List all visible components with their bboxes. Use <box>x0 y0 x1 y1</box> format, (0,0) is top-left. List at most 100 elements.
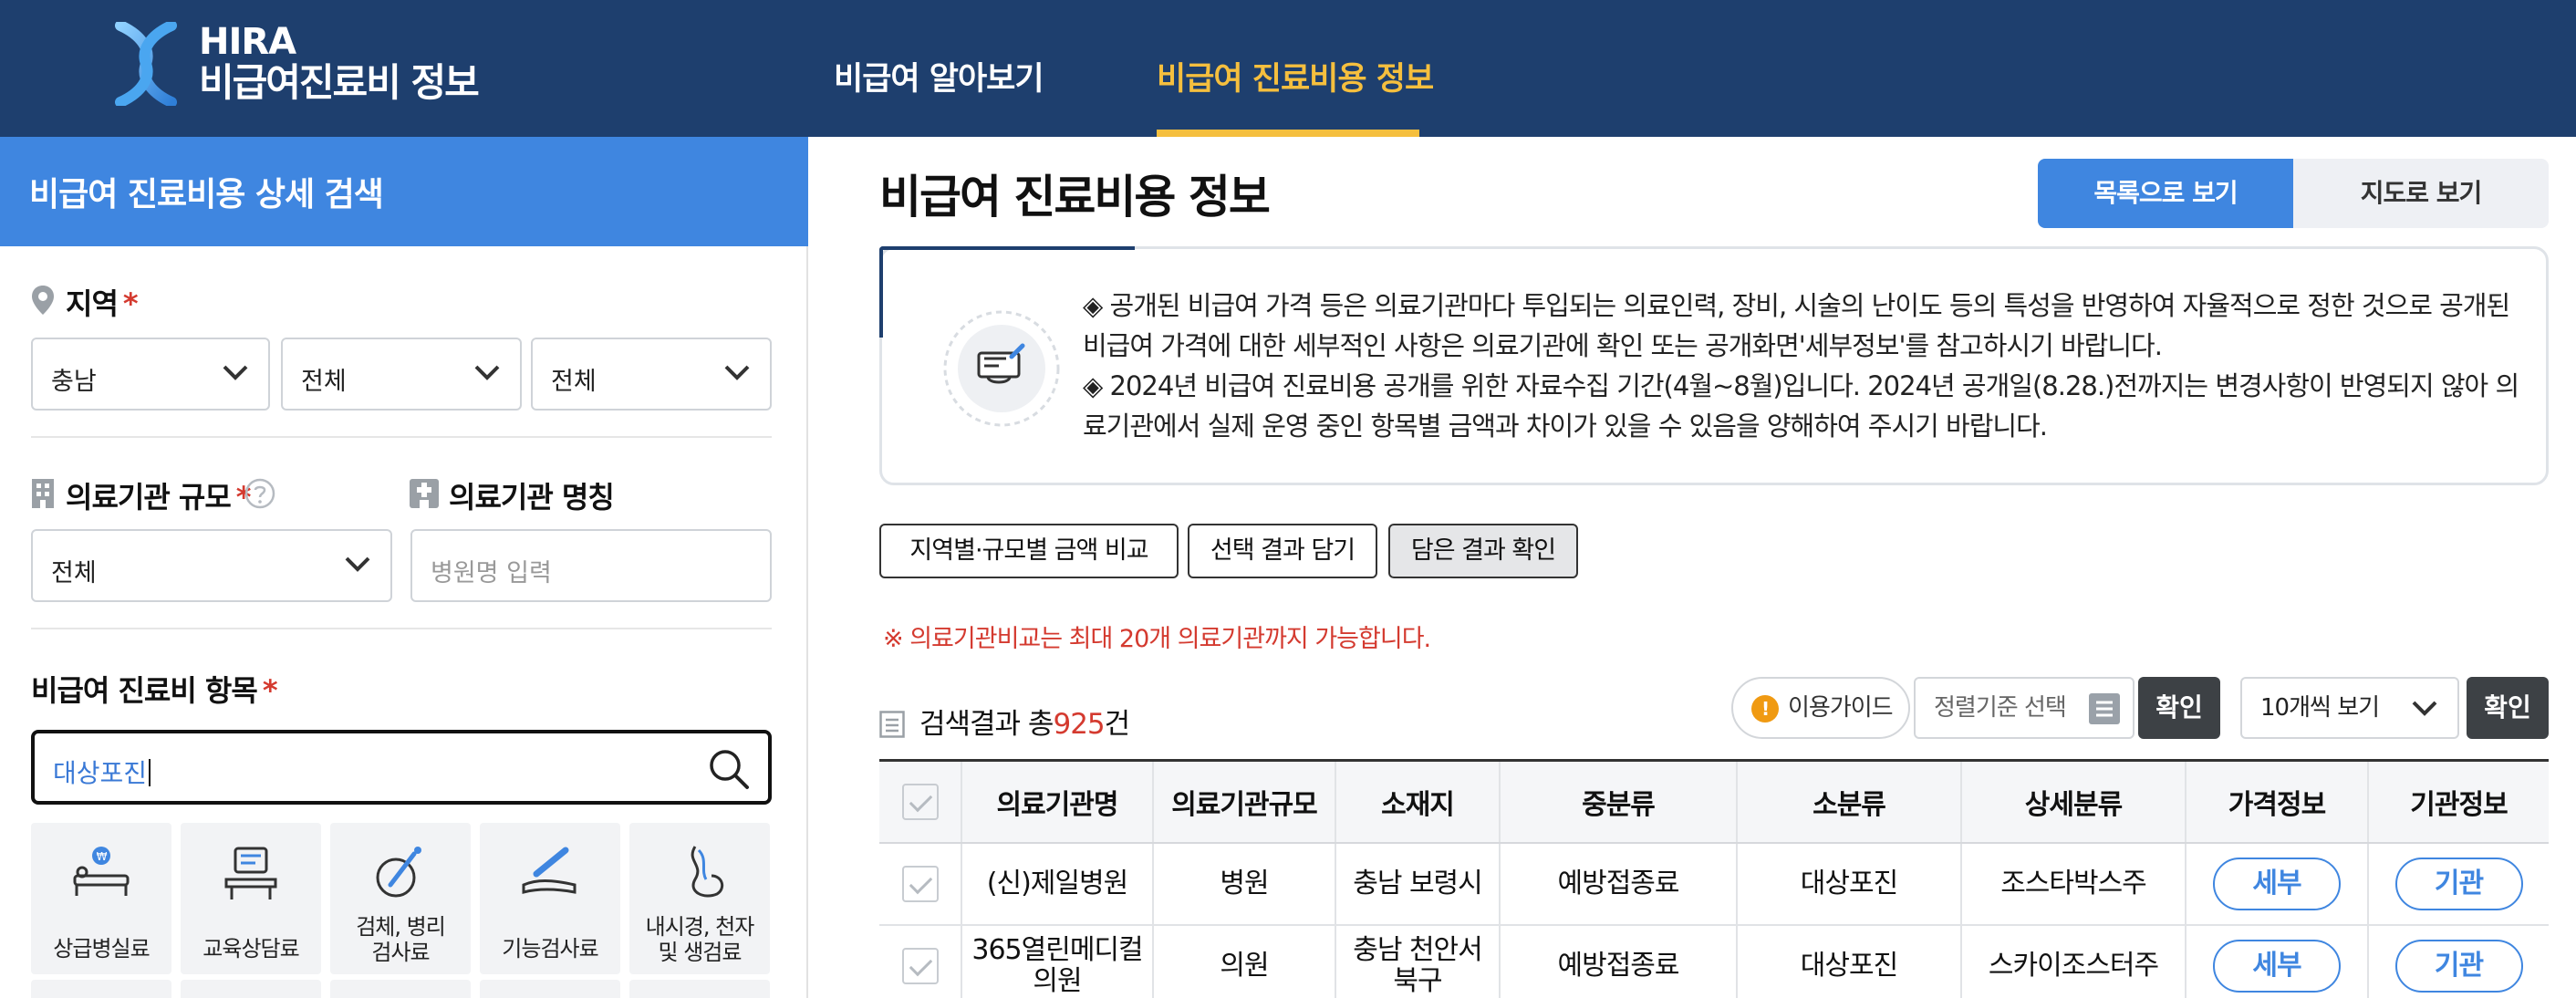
sidebar-title: 비급여 진료비용 상세 검색 <box>0 137 808 246</box>
page-size-confirm-button[interactable]: 확인 <box>2467 677 2549 739</box>
column-header: 상세분류 <box>1960 759 2186 844</box>
search-icon[interactable] <box>708 748 750 790</box>
category-label: 교육상담료 <box>203 936 299 962</box>
divider <box>31 436 772 438</box>
sub-category-cell: 대상포진 <box>1736 924 1961 998</box>
chevron-down-icon <box>724 365 750 380</box>
institution-size-value: 전체 <box>51 559 97 587</box>
required-mark: * <box>262 673 278 708</box>
usage-guide-button[interactable]: ! 이용가이드 <box>1731 677 1910 739</box>
region-district-select[interactable]: 전체 <box>531 338 772 411</box>
cell-line: 의원 <box>1033 964 1082 997</box>
help-icon[interactable] <box>244 478 275 509</box>
category-label: 내시경, 천자 및 생검료 <box>629 914 770 965</box>
category-tile-endoscopy[interactable]: 내시경, 천자 및 생검료 <box>629 823 770 974</box>
category-tile-more[interactable] <box>629 980 770 998</box>
institution-size-select[interactable]: 전체 <box>31 529 392 602</box>
view-saved-button[interactable]: 담은 결과 확인 <box>1388 524 1578 578</box>
category-tile-counseling[interactable]: 교육상담료 <box>181 823 321 974</box>
category-tile-room-fee[interactable]: ₩ 상급병실료 <box>31 823 171 974</box>
item-search-value: 대상포진 <box>53 758 148 788</box>
cell-line: 북구 <box>1393 964 1442 997</box>
column-header: 의료기관규모 <box>1152 759 1335 844</box>
size-label: 의료기관 규모 * <box>66 474 251 516</box>
required-mark: * <box>122 286 139 321</box>
logo-line-2: 비급여진료비 정보 <box>199 60 480 105</box>
page-size-value: 10개씩 보기 <box>2260 694 2380 722</box>
result-suffix: 건 <box>1104 708 1131 741</box>
svg-text:₩: ₩ <box>97 850 108 863</box>
region-province-select[interactable]: 충남 <box>31 338 270 411</box>
institution-size-cell: 의원 <box>1152 924 1335 998</box>
notice-icon <box>943 310 1060 427</box>
select-all-checkbox[interactable] <box>901 783 939 820</box>
text-cursor <box>149 759 151 786</box>
table-header-row: 의료기관명 의료기관규모 소재지 중분류 소분류 상세분류 가격정보 기관정보 <box>879 759 2549 844</box>
category-label: 검체, 병리 검사료 <box>330 914 471 965</box>
info-icon: ! <box>1751 695 1779 723</box>
table-row: 365열린메디컬 의원 의원 충남 천안서 북구 예방접종료 대상포진 스카이조… <box>879 924 2549 998</box>
notice-paragraph: ◈ 2024년 비급여 진료비용 공개를 위한 자료수집 기간(4월~8월)입니… <box>1083 370 2519 442</box>
top-header: HIRA 비급여진료비 정보 비급여 알아보기 비급여 진료비용 정보 <box>0 0 2576 137</box>
page-size-select[interactable]: 10개씩 보기 <box>2240 677 2459 739</box>
chevron-down-icon <box>223 365 248 380</box>
category-tile-more[interactable] <box>181 980 321 998</box>
noncovered-item-label-text: 비급여 진료비 항목 <box>31 673 258 708</box>
hospital-icon <box>410 479 439 508</box>
search-result-count: 검색결과 총925건 <box>879 701 1131 742</box>
sort-select[interactable]: 정렬기준 선택 <box>1914 677 2135 739</box>
category-tile-function-test[interactable]: 기능검사료 <box>480 823 620 974</box>
compare-by-region-button[interactable]: 지역별·규모별 금액 비교 <box>879 524 1179 578</box>
category-tile-more[interactable] <box>31 980 171 998</box>
divider <box>31 628 772 629</box>
category-tile-specimen[interactable]: 검체, 병리 검사료 <box>330 823 471 974</box>
sort-select-label: 정렬기준 선택 <box>1934 694 2067 722</box>
institution-name-cell: 365열린메디컬 의원 <box>961 924 1153 998</box>
price-detail-button[interactable]: 세부 <box>2213 857 2341 910</box>
category-label: 상급병실료 <box>53 936 150 962</box>
size-label-text: 의료기관 규모 <box>66 480 232 515</box>
hira-logo-icon[interactable] <box>115 22 177 106</box>
category-tile-more[interactable] <box>330 980 471 998</box>
nav-noncovered-cost[interactable]: 비급여 진료비용 정보 <box>1157 53 1434 99</box>
category-label-line: 검사료 <box>371 940 430 965</box>
notice-accent <box>879 246 1135 250</box>
region-city-value: 전체 <box>301 368 347 396</box>
item-search-input[interactable]: 대상포진 <box>31 730 772 805</box>
injection-icon <box>522 847 576 894</box>
list-view-button[interactable]: 목록으로 보기 <box>2038 159 2293 228</box>
institution-info-button[interactable]: 기관 <box>2394 857 2523 910</box>
category-label: 기능검사료 <box>502 936 598 962</box>
site-logo-text[interactable]: HIRA 비급여진료비 정보 <box>199 22 480 105</box>
mid-category-cell: 예방접종료 <box>1499 842 1737 926</box>
institution-size-cell: 병원 <box>1152 842 1335 926</box>
row-checkbox[interactable] <box>901 947 939 984</box>
chevron-down-icon <box>474 365 500 380</box>
price-detail-button[interactable]: 세부 <box>2213 939 2341 993</box>
category-tile-more[interactable] <box>480 980 620 998</box>
sort-confirm-button[interactable]: 확인 <box>2138 677 2220 739</box>
cell-line: 365열린메디컬 <box>971 933 1143 966</box>
column-header: 소재지 <box>1335 759 1500 844</box>
chevron-down-icon <box>345 556 370 572</box>
save-selection-button[interactable]: 선택 결과 담기 <box>1188 524 1377 578</box>
bed-icon: ₩ <box>73 847 130 896</box>
row-checkbox[interactable] <box>901 865 939 902</box>
region-city-select[interactable]: 전체 <box>281 338 522 411</box>
row-select-cell <box>879 842 961 926</box>
specimen-icon <box>376 847 421 898</box>
table-row: (신)제일병원 병원 충남 보령시 예방접종료 대상포진 조스타박스주 세부 기… <box>879 842 2549 926</box>
mid-category-cell: 예방접종료 <box>1499 924 1737 998</box>
nav-noncovered-info[interactable]: 비급여 알아보기 <box>834 53 1044 99</box>
result-prefix: 검색결과 총 <box>919 708 1054 741</box>
institution-info-button[interactable]: 기관 <box>2394 939 2523 993</box>
row-select-cell <box>879 924 961 998</box>
comparison-limit-warning: ※ 의료기관비교는 최대 20개 의료기관까지 가능합니다. <box>883 625 1431 653</box>
notice-box: ◈ 공개된 비급여 가격 등은 의료기관마다 투입되는 의료인력, 장비, 시술… <box>879 246 2549 485</box>
institution-name-input[interactable]: 병원명 입력 <box>410 529 772 602</box>
location-cell: 충남 보령시 <box>1335 842 1500 926</box>
column-header: 소분류 <box>1736 759 1961 844</box>
map-view-button[interactable]: 지도로 보기 <box>2293 159 2549 228</box>
notice-paragraph: ◈ 공개된 비급여 가격 등은 의료기관마다 투입되는 의료인력, 장비, 시술… <box>1083 290 2510 361</box>
page-title: 비급여 진료비용 정보 <box>879 171 1271 224</box>
